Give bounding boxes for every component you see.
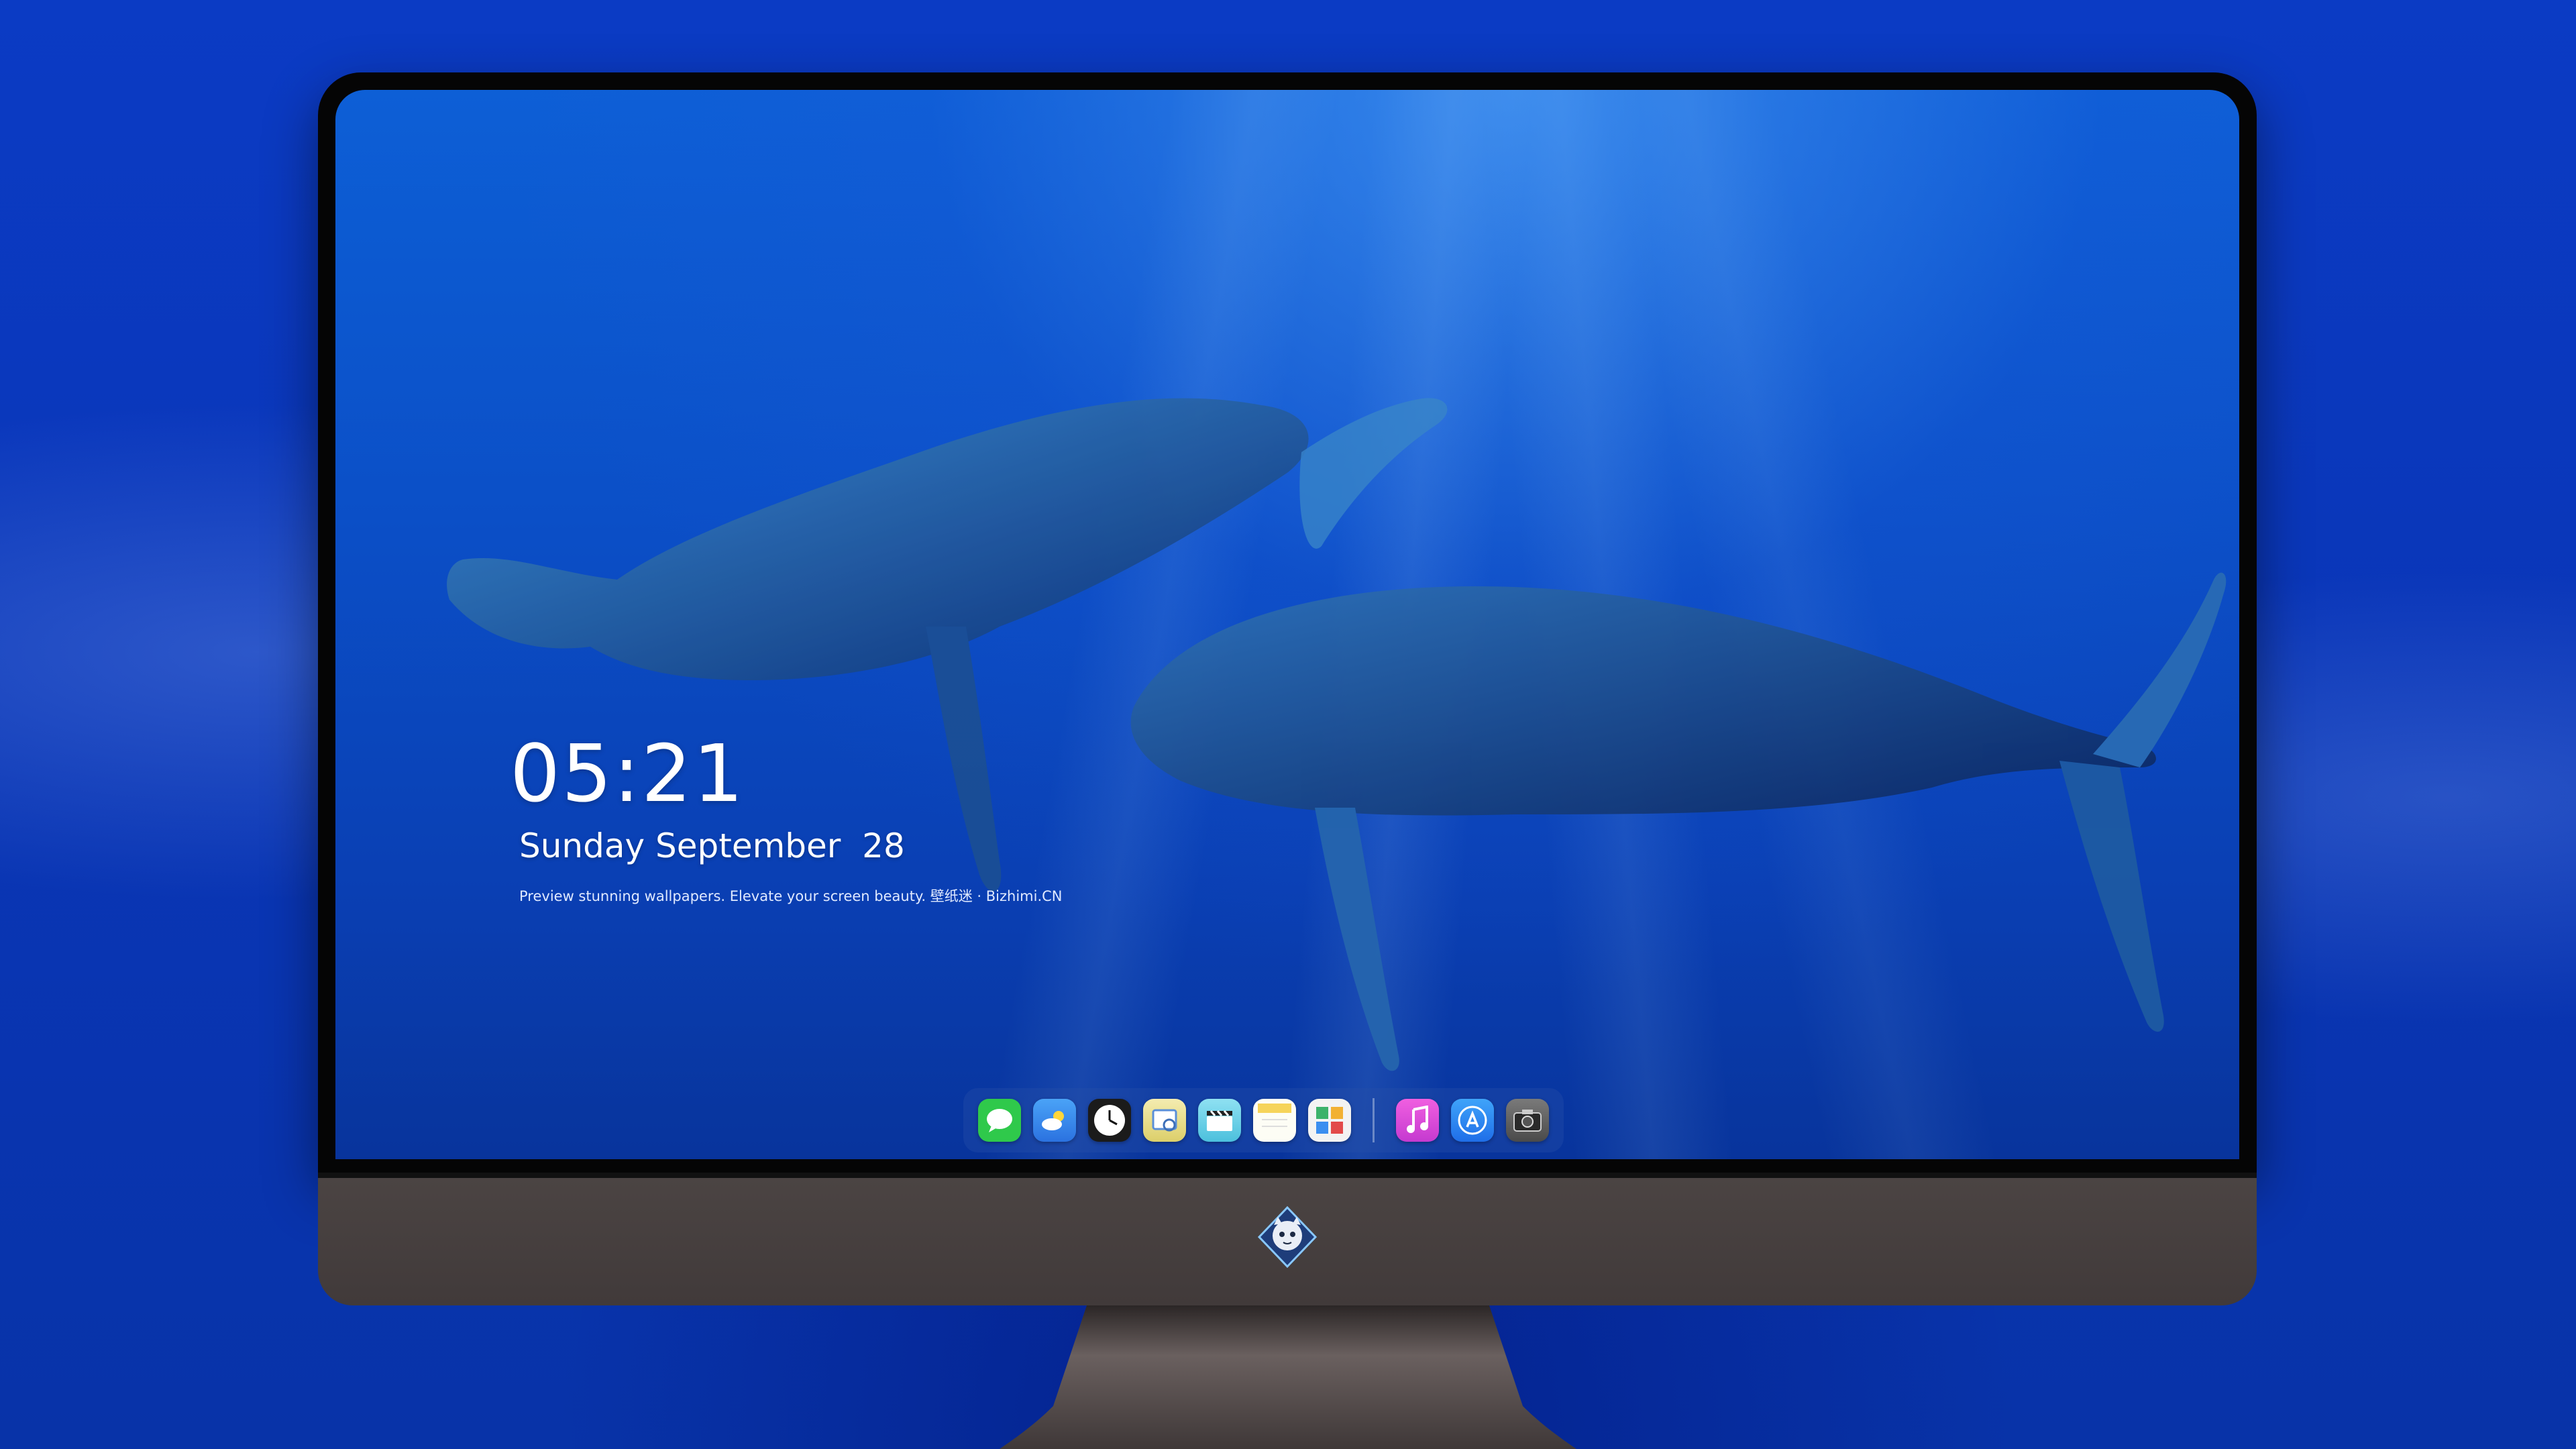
- mascot-logo-icon: [1257, 1205, 1318, 1269]
- whale-wallpaper: [447, 398, 2226, 1071]
- lock-tagline: Preview stunning wallpapers. Elevate you…: [519, 888, 1063, 904]
- messages-icon[interactable]: [978, 1099, 1021, 1142]
- monitor-screen: 05:21 Sunday September 28 Preview stunni…: [335, 90, 2239, 1159]
- monitor-bezel: 05:21 Sunday September 28 Preview stunni…: [318, 72, 2257, 1173]
- notes-icon[interactable]: [1253, 1099, 1296, 1142]
- monitor-stand: [1000, 1305, 1576, 1449]
- clock-icon[interactable]: [1088, 1099, 1131, 1142]
- dock: [963, 1088, 1564, 1152]
- lock-date: Sunday September 28: [519, 826, 905, 865]
- dock-divider: [1373, 1098, 1375, 1142]
- preview-icon[interactable]: [1143, 1099, 1186, 1142]
- monitor-chin: [318, 1173, 2257, 1305]
- clips-icon[interactable]: [1198, 1099, 1241, 1142]
- camera-icon[interactable]: [1506, 1099, 1549, 1142]
- app-store-icon[interactable]: [1451, 1099, 1494, 1142]
- weather-icon[interactable]: [1033, 1099, 1076, 1142]
- lock-clock: 05:21: [510, 727, 745, 820]
- music-icon[interactable]: [1396, 1099, 1439, 1142]
- desktop-background: 05:21 Sunday September 28 Preview stunni…: [0, 0, 2576, 1449]
- whale-lower: [1130, 572, 2226, 1071]
- photo-grid-icon[interactable]: [1308, 1099, 1351, 1142]
